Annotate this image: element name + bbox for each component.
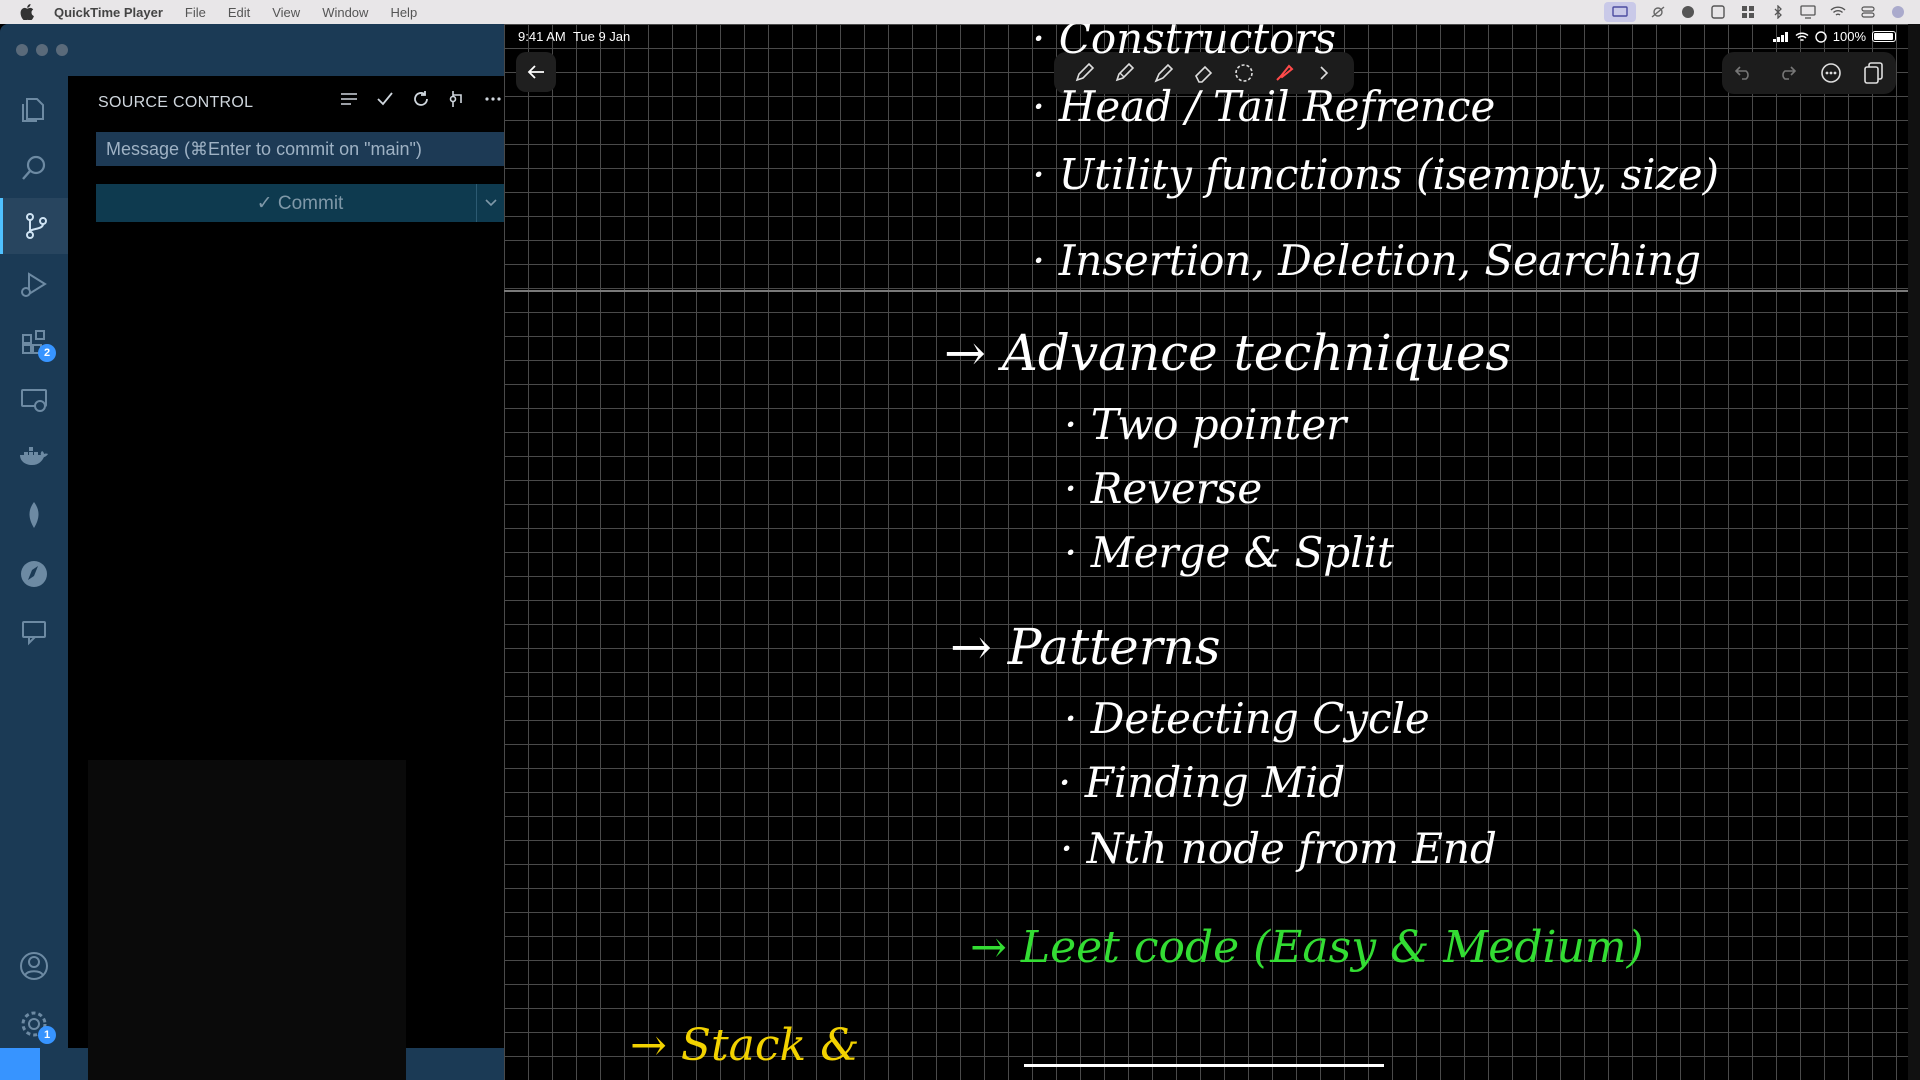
activity-bar: 2 1 [0,76,68,1080]
apple-icon[interactable] [18,3,36,21]
presenter-webcam [88,760,406,1080]
menu-view[interactable]: View [272,5,300,20]
view-as-tree-icon[interactable] [338,88,360,110]
control-center-icon[interactable] [1860,5,1876,19]
commit-button[interactable]: ✓ Commit [96,184,504,222]
vscode-titlebar [0,24,504,76]
menu-file[interactable]: File [185,5,206,20]
minimize-dot[interactable] [36,44,48,56]
docker-icon[interactable] [0,430,68,486]
note-two-pointer: · Two pointer [1064,400,1347,449]
document-toolbar [1722,52,1896,94]
graph-icon[interactable] [446,88,468,110]
search-icon[interactable] [0,140,68,196]
m-app-icon[interactable] [1680,5,1696,19]
extensions-icon[interactable]: 2 [0,314,68,370]
menubar-status-icons [1604,0,1906,24]
commit-message-input[interactable]: Message (⌘Enter to commit on "main") [96,132,504,166]
panel-title: SOURCE CONTROL [98,94,254,111]
webcam-background [88,760,406,1080]
arrow-left-icon [527,65,544,79]
cellular-signal-icon [1772,31,1788,42]
close-dot[interactable] [16,44,28,56]
note-merge-split: · Merge & Split [1064,528,1394,577]
screen-share-icon[interactable] [1604,2,1636,22]
extensions-badge: 2 [38,344,56,362]
more-actions-icon[interactable] [482,88,504,110]
display-icon[interactable] [1800,5,1816,19]
comments-icon[interactable] [0,604,68,660]
undo-icon[interactable] [1732,61,1756,85]
chevron-down-icon[interactable] [476,184,504,222]
note-constructors: · Constructors [1032,24,1337,63]
mongodb-leaf-icon[interactable] [0,488,68,544]
menu-bar: QuickTime Player File Edit View Window H… [0,0,1920,24]
section-divider [504,290,1908,292]
more-options-icon[interactable] [1819,61,1843,85]
ipad-date: Tue 9 Jan [572,29,631,44]
note-advance-heading: → Advance techniques [944,324,1512,382]
notes-canvas[interactable]: 9:41 AM Tue 9 Jan 100% · Constructors · … [504,24,1908,1080]
ipad-clock: 9:41 AM [518,29,566,44]
explorer-icon[interactable] [0,82,68,138]
refresh-icon[interactable] [410,88,432,110]
accounts-icon[interactable] [0,938,68,994]
compass-icon[interactable] [0,546,68,602]
bottom-underline [1024,1064,1384,1067]
note-patterns-heading: → Patterns [950,618,1221,676]
battery-icon [1872,31,1896,42]
lock-rotation-icon [1815,30,1827,43]
wifi-icon[interactable] [1830,5,1846,19]
window-edge [1908,24,1920,1080]
ipad-time: 9:41 AM Tue 9 Jan [518,29,630,44]
note-utility: · Utility functions (isempty, size) [1032,150,1719,199]
notion-icon[interactable] [1710,5,1726,19]
menu-edit[interactable]: Edit [228,5,250,20]
run-debug-icon[interactable] [0,256,68,312]
note-insertion: · Insertion, Deletion, Searching [1032,236,1702,285]
redo-icon[interactable] [1775,61,1799,85]
siri-icon[interactable] [1890,5,1906,19]
panel-actions [338,88,504,110]
note-stack: → Stack & [630,1020,860,1071]
note-head-tail: · Head / Tail Refrence [1032,82,1496,131]
note-leetcode: → Leet code (Easy & Medium) [970,922,1644,973]
settings-badge: 1 [38,1026,56,1044]
remote-explorer-icon[interactable] [0,372,68,428]
grid-app-icon[interactable] [1740,5,1756,19]
remote-indicator[interactable] [0,1048,40,1080]
note-detecting-cycle: · Detecting Cycle [1064,694,1430,743]
camera-off-icon[interactable] [1650,5,1666,19]
note-nth-node: · Nth node from End [1060,824,1497,873]
note-reverse: · Reverse [1064,464,1263,513]
note-finding-mid: · Finding Mid [1058,758,1346,807]
app-name[interactable]: QuickTime Player [54,5,163,20]
commit-check-icon[interactable] [374,88,396,110]
menu-help[interactable]: Help [390,5,417,20]
commit-button-label: ✓ Commit [256,192,344,214]
zoom-dot[interactable] [56,44,68,56]
pages-icon[interactable] [1862,61,1886,85]
bluetooth-icon[interactable] [1770,5,1786,19]
ipad-status-icons: 100% [1772,29,1896,44]
settings-gear-icon[interactable]: 1 [0,996,68,1052]
source-control-icon[interactable] [0,198,68,254]
window-controls[interactable] [16,44,68,56]
battery-percent: 100% [1832,29,1866,44]
menu-window[interactable]: Window [322,5,368,20]
back-button[interactable] [516,52,556,92]
wifi-icon [1795,31,1809,41]
